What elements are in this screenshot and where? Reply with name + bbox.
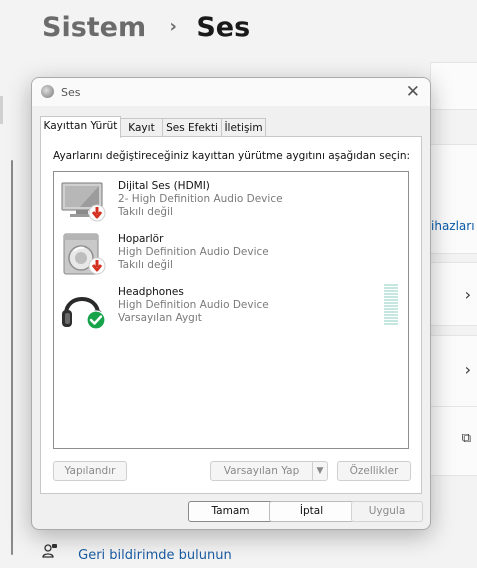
- page-title: Ses: [196, 12, 251, 43]
- nav-selection-indicator: [0, 96, 3, 124]
- configure-button[interactable]: Yapılandır: [53, 461, 127, 481]
- device-driver: 2- High Definition Audio Device: [118, 193, 283, 205]
- red-down-arrow-badge-icon: [88, 204, 106, 226]
- feedback-link[interactable]: Geri bildirimde bulunun: [42, 543, 232, 563]
- tab-sound-effects[interactable]: Ses Efekti: [162, 118, 222, 137]
- set-default-button[interactable]: Varsayılan Yap ▼: [210, 461, 328, 481]
- tab-recording[interactable]: Kayıt: [120, 118, 163, 137]
- settings-card-row-3[interactable]: ⧉: [430, 406, 477, 476]
- chevron-right-icon: ›: [464, 360, 471, 379]
- properties-button[interactable]: Özellikler: [337, 461, 411, 481]
- ok-button[interactable]: Tamam: [188, 501, 273, 522]
- device-driver: High Definition Audio Device: [118, 299, 269, 311]
- close-icon[interactable]: ✕: [406, 82, 420, 102]
- instruction-text: Ayarlarını değiştireceğiniz kayıttan yür…: [53, 150, 411, 162]
- dialog-title: Ses: [61, 86, 81, 99]
- list-item[interactable]: Headphones High Definition Audio Device …: [60, 286, 400, 336]
- device-status: Varsayılan Aygıt: [118, 312, 202, 324]
- list-item[interactable]: Dijital Ses (HDMI) 2- High Definition Au…: [60, 180, 400, 230]
- dropdown-arrow-icon[interactable]: ▼: [312, 462, 327, 480]
- sidebar-scrollbar[interactable]: [11, 160, 13, 555]
- device-driver: High Definition Audio Device: [118, 246, 269, 258]
- tab-playback[interactable]: Kayıttan Yürüt: [40, 116, 121, 138]
- tab-communication[interactable]: İletişim: [221, 118, 266, 137]
- settings-card-row-2[interactable]: ›: [430, 335, 477, 407]
- feedback-person-icon: [42, 543, 60, 563]
- chevron-right-icon: ›: [464, 285, 471, 304]
- settings-card-output-header[interactable]: [430, 62, 477, 110]
- settings-card-output-devices[interactable]: ihazları: [430, 144, 477, 254]
- green-check-badge-icon: [86, 310, 106, 334]
- cancel-button[interactable]: İptal: [269, 501, 354, 522]
- breadcrumb-parent[interactable]: Sistem: [42, 12, 146, 43]
- volume-level-meter: [384, 284, 398, 326]
- set-default-label: Varsayılan Yap: [223, 465, 300, 477]
- settings-card-row-1[interactable]: ›: [430, 262, 477, 326]
- breadcrumb: Sistem › Ses: [42, 12, 250, 43]
- sound-dialog: Ses ✕ Kayıttan Yürüt Kayıt Ses Efekti İl…: [31, 77, 431, 530]
- red-down-arrow-badge-icon: [88, 257, 106, 279]
- speaker-app-icon: [41, 85, 54, 98]
- apply-button[interactable]: Uygula: [351, 501, 423, 522]
- tab-page-playback: Ayarlarını değiştireceğiniz kayıttan yür…: [40, 136, 422, 494]
- devices-link[interactable]: ihazları: [431, 219, 475, 233]
- device-status: Takılı değil: [118, 259, 173, 271]
- external-link-icon: ⧉: [461, 431, 471, 446]
- breadcrumb-separator-icon: ›: [169, 16, 177, 37]
- device-name: Hoparlör: [118, 233, 164, 245]
- device-status: Takılı değil: [118, 206, 173, 218]
- device-list[interactable]: Dijital Ses (HDMI) 2- High Definition Au…: [53, 171, 409, 449]
- device-name: Dijital Ses (HDMI): [118, 180, 210, 192]
- dialog-titlebar[interactable]: Ses ✕: [32, 78, 430, 106]
- list-item[interactable]: Hoparlör High Definition Audio Device Ta…: [60, 233, 400, 283]
- device-name: Headphones: [118, 286, 184, 298]
- feedback-label: Geri bildirimde bulunun: [78, 548, 232, 563]
